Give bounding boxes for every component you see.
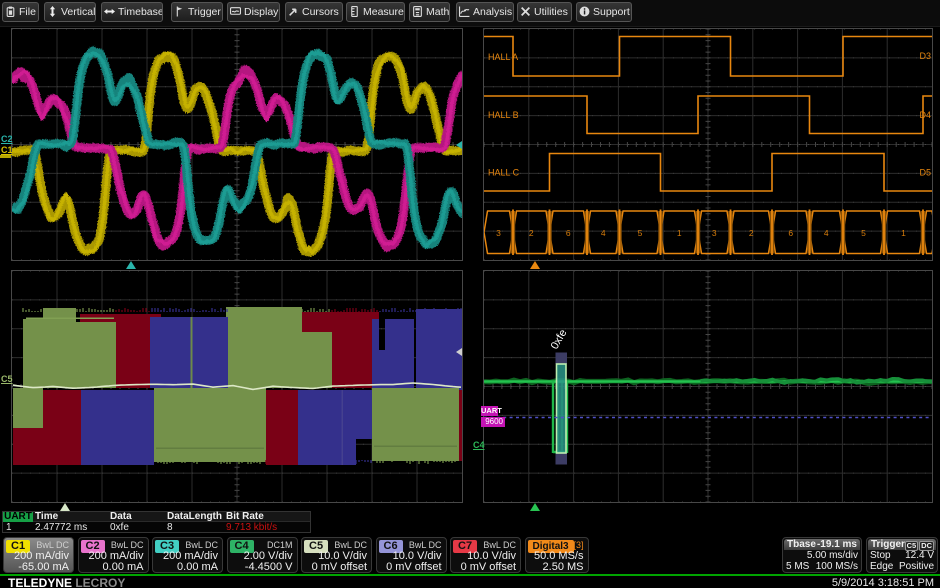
svg-text:5: 5 <box>638 228 643 238</box>
svg-text:4: 4 <box>824 228 829 238</box>
svg-text:0xfe: 0xfe <box>549 327 570 351</box>
svg-text:1: 1 <box>901 228 906 238</box>
svg-text:2: 2 <box>749 228 754 238</box>
svg-text:5: 5 <box>861 228 866 238</box>
svg-text:1: 1 <box>677 228 682 238</box>
svg-text:4: 4 <box>601 228 606 238</box>
svg-text:3: 3 <box>496 228 501 238</box>
svg-text:HALL A: HALL A <box>488 52 518 62</box>
svg-text:6: 6 <box>566 228 571 238</box>
svg-text:HALL C: HALL C <box>488 168 520 178</box>
svg-text:3: 3 <box>712 228 717 238</box>
svg-text:D3: D3 <box>919 51 931 61</box>
svg-text:D4: D4 <box>919 110 931 120</box>
svg-text:HALL B: HALL B <box>488 110 519 120</box>
svg-text:D5: D5 <box>919 168 931 178</box>
svg-text:2: 2 <box>529 228 534 238</box>
svg-text:6: 6 <box>788 228 793 238</box>
